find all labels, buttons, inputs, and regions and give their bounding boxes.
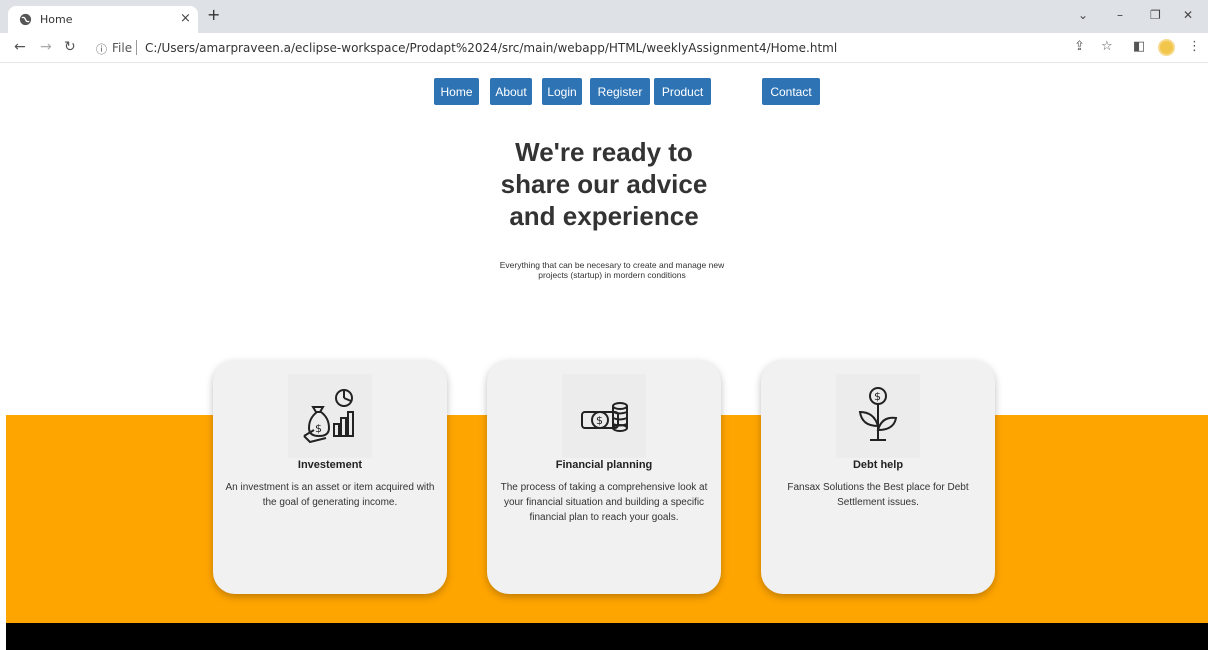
coins-icon: $ [581, 402, 628, 432]
hero-subtitle-line: Everything that can be necesary to creat… [499, 260, 725, 270]
bookmark-star-icon[interactable]: ☆ [1101, 39, 1113, 54]
service-card-investment: $ Investement An investment is an asset … [213, 360, 447, 594]
info-icon[interactable]: ⓘ [96, 41, 107, 57]
side-panel-icon[interactable]: ◧ [1133, 39, 1145, 54]
card-title: Debt help [852, 459, 904, 471]
card-text: An investment is an asset or item acquir… [225, 482, 435, 508]
footer [6, 623, 1208, 650]
nav-product-button[interactable]: Product [654, 78, 711, 105]
hero-title-line: and experience [509, 201, 699, 231]
forward-icon[interactable]: → [40, 39, 52, 55]
nav-login-button[interactable]: Login [542, 78, 582, 105]
service-card-financial-planning: $ Financial planning The process of taki… [487, 360, 721, 594]
service-card-debt-help: $ Debt help Fansax Solutions the Best pl… [761, 360, 995, 594]
reload-icon[interactable]: ↻ [64, 39, 76, 55]
nav-home-button[interactable]: Home [434, 78, 479, 105]
browser-tabstrip: Home × + ⌄ – ❐ ✕ [0, 0, 1208, 33]
hero-title-line: share our advice [500, 169, 708, 199]
browser-tab[interactable]: Home × [8, 6, 198, 33]
minimize-icon[interactable]: – [1117, 8, 1123, 22]
file-label: File [112, 41, 133, 55]
nav-about-button[interactable]: About [490, 78, 532, 105]
address-bar[interactable]: ⓘ File C:/Users/amarpraveen.a/eclipse-wo… [88, 36, 1128, 60]
nav-contact-button[interactable]: Contact [762, 78, 820, 105]
card-icon-box: $ [836, 374, 920, 458]
page: Home About Login Register Product Contac… [0, 64, 1208, 650]
hero-title-line: We're ready to [515, 137, 693, 167]
restore-icon[interactable]: ❐ [1150, 8, 1161, 22]
hero-subtitle-line: projects (startup) in mordern conditions [538, 270, 686, 280]
tab-close-icon[interactable]: × [180, 11, 191, 26]
card-text: The process of taking a comprehensive lo… [500, 482, 708, 523]
svg-text:$: $ [874, 390, 881, 403]
profile-avatar[interactable] [1158, 39, 1175, 56]
close-window-icon[interactable]: ✕ [1183, 8, 1193, 22]
navbar: Home About Login Register Product Contac… [0, 78, 1208, 106]
hero-subtitle: Everything that can be necesary to creat… [470, 260, 754, 280]
svg-text:$: $ [596, 414, 603, 427]
share-icon[interactable]: ⇪ [1074, 39, 1085, 54]
nav-register-button[interactable]: Register [590, 78, 650, 105]
tab-search-icon[interactable]: ⌄ [1078, 8, 1088, 22]
browser-toolbar: ← → ↻ ⓘ File C:/Users/amarpraveen.a/ecli… [0, 33, 1208, 63]
hero-title: We're ready to share our advice and expe… [404, 136, 804, 232]
url-text[interactable]: C:/Users/amarpraveen.a/eclipse-workspace… [145, 41, 837, 55]
svg-text:$: $ [315, 422, 322, 435]
card-icon-box: $ [562, 374, 646, 458]
card-title: Investement [297, 459, 363, 471]
investment-icon: $ [303, 389, 354, 444]
card-title: Financial planning [555, 459, 653, 471]
card-icon-box: $ [288, 374, 372, 458]
globe-icon [19, 13, 32, 26]
money-plant-icon: $ [858, 387, 898, 441]
tab-title: Home [40, 13, 73, 26]
new-tab-button[interactable]: + [207, 5, 220, 24]
back-icon[interactable]: ← [14, 39, 26, 55]
separator [136, 40, 137, 55]
menu-icon[interactable]: ⋮ [1188, 39, 1201, 54]
card-text: Fansax Solutions the Best place for Debt… [787, 482, 969, 508]
